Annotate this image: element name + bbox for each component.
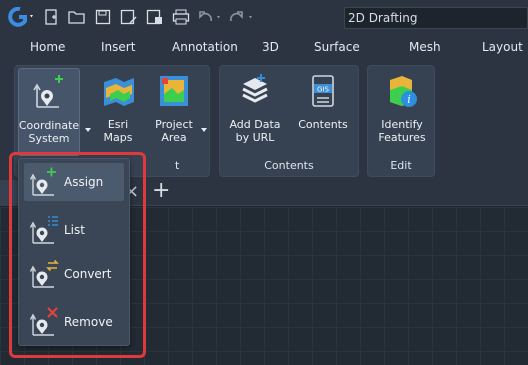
coordinate-system-label-2: System — [28, 132, 70, 145]
add-data-label-1: Add Data — [229, 118, 281, 131]
menu-item-label: Assign — [64, 175, 104, 189]
tab-surface[interactable]: Surface — [314, 40, 360, 54]
panel-contents: Add Data by URL GIS Contents Contents — [219, 65, 359, 177]
assign-icon — [28, 167, 62, 197]
gis-contents-icon: GIS — [303, 72, 343, 112]
new-tab-icon[interactable]: + — [152, 178, 170, 203]
save-all-icon[interactable] — [144, 6, 166, 28]
menu-item-label: List — [64, 223, 85, 237]
tab-3d[interactable]: 3D — [262, 40, 279, 54]
workspace-selector[interactable]: 2D Drafting — [344, 7, 528, 29]
project-area-icon — [154, 72, 194, 112]
tab-mesh[interactable]: Mesh — [409, 40, 441, 54]
project-area-label-1: Project — [155, 118, 193, 131]
esri-maps-label-2: Maps — [103, 131, 133, 144]
save-icon[interactable] — [92, 6, 114, 28]
chevron-down-icon[interactable] — [201, 128, 207, 132]
undo-icon[interactable] — [196, 6, 226, 28]
app-logo-icon[interactable] — [4, 6, 38, 28]
coordinate-system-label-1: Coordinate — [18, 119, 80, 132]
panel-contents-title: Contents — [264, 159, 314, 172]
new-file-icon[interactable] — [40, 6, 62, 28]
project-area-button[interactable]: Project Area — [147, 68, 201, 156]
open-folder-icon[interactable] — [66, 6, 88, 28]
add-data-icon — [235, 72, 275, 112]
chevron-down-icon[interactable] — [85, 128, 91, 132]
coordinate-system-dropdown: Assign List Convert Remove — [18, 158, 130, 346]
menu-item-remove[interactable]: Remove — [24, 303, 124, 341]
save-as-icon[interactable] — [118, 6, 140, 28]
identify-features-icon: i — [382, 72, 422, 112]
esri-maps-icon — [98, 72, 138, 112]
menu-item-assign[interactable]: Assign — [24, 163, 124, 201]
add-data-by-url-button[interactable]: Add Data by URL — [224, 68, 286, 156]
convert-icon — [28, 259, 62, 289]
identify-label-2: Features — [378, 131, 426, 144]
quick-access-toolbar: 2D Drafting — [0, 0, 528, 36]
tab-insert[interactable]: Insert — [101, 40, 135, 54]
esri-maps-label-1: Esri — [107, 118, 129, 131]
panel-edit: i Identify Features Edit — [367, 65, 435, 177]
contents-button-label: Contents — [298, 118, 348, 131]
menu-item-list[interactable]: List — [24, 211, 124, 249]
menu-item-label: Convert — [64, 267, 112, 281]
menu-item-convert[interactable]: Convert — [24, 255, 124, 293]
coordinate-system-button[interactable]: Coordinate System — [18, 68, 80, 156]
tab-home[interactable]: Home — [30, 40, 65, 54]
add-data-label-2: by URL — [235, 131, 275, 144]
ribbon-tab-bar: Home Insert Annotation 3D Surface Mesh L… — [0, 36, 528, 62]
remove-icon — [28, 307, 62, 337]
tab-annotation[interactable]: Annotation — [172, 40, 238, 54]
list-icon — [28, 215, 62, 245]
project-area-label-2: Area — [161, 131, 187, 144]
identify-label-1: Identify — [381, 118, 423, 131]
tab-layout[interactable]: Layout — [482, 40, 523, 54]
menu-item-label: Remove — [64, 315, 113, 329]
coordinate-system-icon — [29, 73, 69, 113]
redo-icon[interactable] — [228, 6, 258, 28]
svg-text:GIS: GIS — [317, 86, 329, 94]
panel-edit-title: Edit — [390, 159, 412, 172]
esri-maps-button[interactable]: Esri Maps — [93, 68, 143, 156]
print-icon[interactable] — [170, 6, 192, 28]
contents-button[interactable]: GIS Contents — [292, 68, 354, 156]
identify-features-button[interactable]: i Identify Features — [371, 68, 433, 156]
panel-title-partial: t — [175, 159, 180, 172]
svg-text:i: i — [407, 93, 411, 106]
